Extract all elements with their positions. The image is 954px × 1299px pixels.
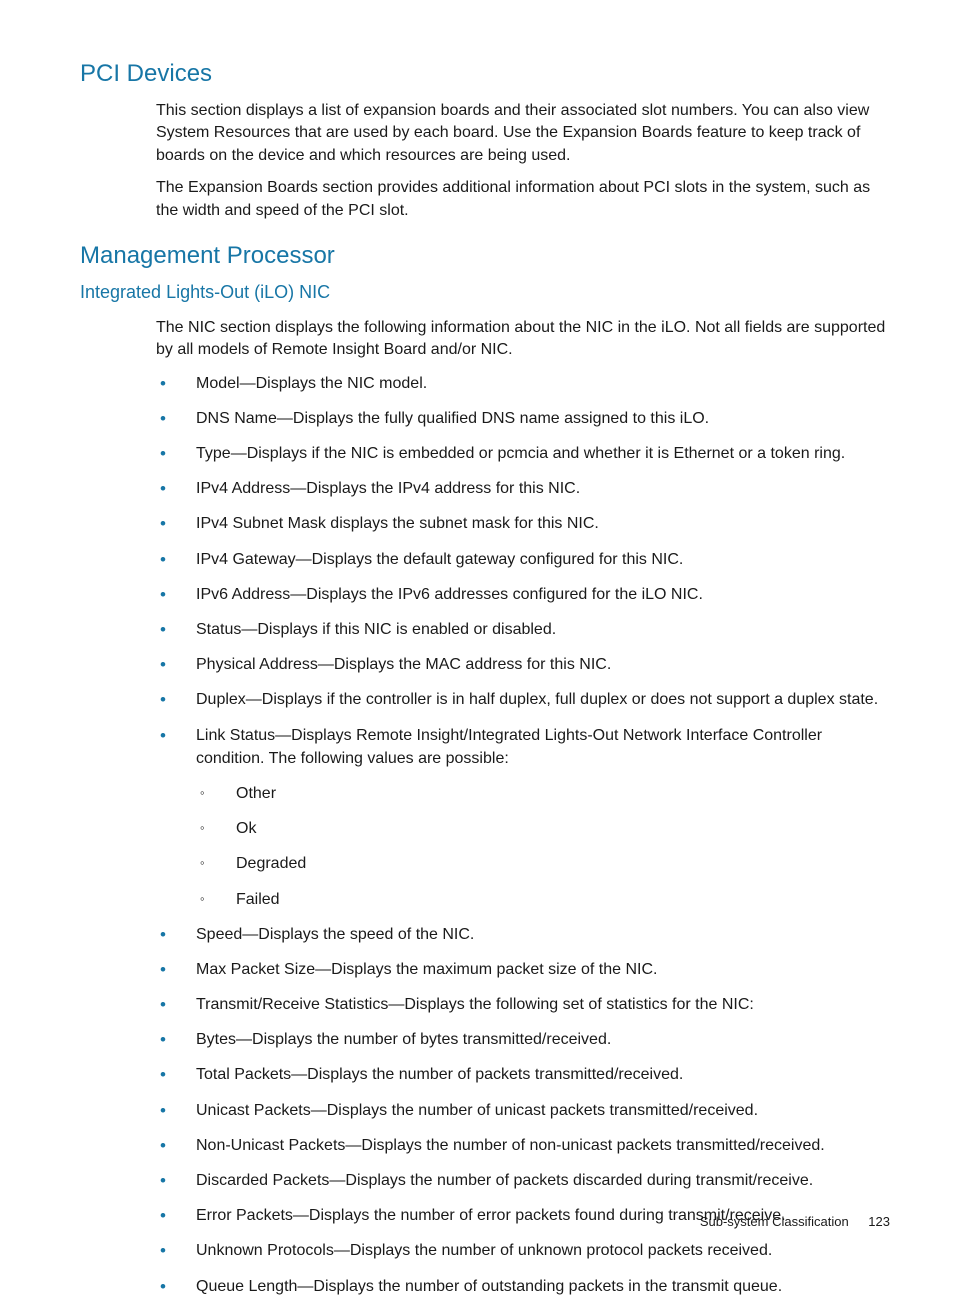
- list-item: IPv4 Gateway—Displays the default gatewa…: [156, 548, 894, 571]
- list-item: Status—Displays if this NIC is enabled o…: [156, 618, 894, 641]
- link-status-values-list: Other Ok Degraded Failed: [196, 782, 894, 911]
- list-item: Non-Unicast Packets—Displays the number …: [156, 1134, 894, 1157]
- heading-management-processor: Management Processor: [80, 242, 894, 270]
- list-subitem: Failed: [196, 888, 894, 911]
- list-subitem: Ok: [196, 817, 894, 840]
- list-item: IPv4 Address—Displays the IPv4 address f…: [156, 477, 894, 500]
- list-item-text: Link Status—Displays Remote Insight/Inte…: [196, 727, 822, 767]
- heading-ilo-nic: Integrated Lights-Out (iLO) NIC: [80, 282, 894, 303]
- list-item: Max Packet Size—Displays the maximum pac…: [156, 958, 894, 981]
- list-item: IPv6 Address—Displays the IPv6 addresses…: [156, 583, 894, 606]
- list-item: Speed—Displays the speed of the NIC.: [156, 923, 894, 946]
- pci-paragraph-2: The Expansion Boards section provides ad…: [156, 177, 894, 222]
- list-subitem: Other: [196, 782, 894, 805]
- list-item: Model—Displays the NIC model.: [156, 372, 894, 395]
- list-item: Transmit/Receive Statistics—Displays the…: [156, 993, 894, 1016]
- list-item: Type—Displays if the NIC is embedded or …: [156, 442, 894, 465]
- list-item-link-status: Link Status—Displays Remote Insight/Inte…: [156, 724, 894, 911]
- footer-page-number: 123: [868, 1214, 890, 1229]
- ilo-nic-intro: The NIC section displays the following i…: [156, 317, 894, 362]
- page-footer: Sub-system Classification 123: [700, 1214, 890, 1229]
- footer-label: Sub-system Classification: [700, 1214, 849, 1229]
- pci-paragraph-1: This section displays a list of expansio…: [156, 100, 894, 167]
- list-item: Bytes—Displays the number of bytes trans…: [156, 1028, 894, 1051]
- heading-pci-devices: PCI Devices: [80, 60, 894, 88]
- ilo-nic-bullet-list: Model—Displays the NIC model. DNS Name—D…: [156, 372, 894, 1298]
- list-item: Physical Address—Displays the MAC addres…: [156, 653, 894, 676]
- list-subitem: Degraded: [196, 852, 894, 875]
- list-item: Total Packets—Displays the number of pac…: [156, 1063, 894, 1086]
- list-item: Queue Length—Displays the number of outs…: [156, 1275, 894, 1298]
- list-item: Unicast Packets—Displays the number of u…: [156, 1099, 894, 1122]
- list-item: Discarded Packets—Displays the number of…: [156, 1169, 894, 1192]
- list-item: IPv4 Subnet Mask displays the subnet mas…: [156, 512, 894, 535]
- list-item: Unknown Protocols—Displays the number of…: [156, 1239, 894, 1262]
- list-item: Duplex—Displays if the controller is in …: [156, 688, 894, 711]
- list-item: DNS Name—Displays the fully qualified DN…: [156, 407, 894, 430]
